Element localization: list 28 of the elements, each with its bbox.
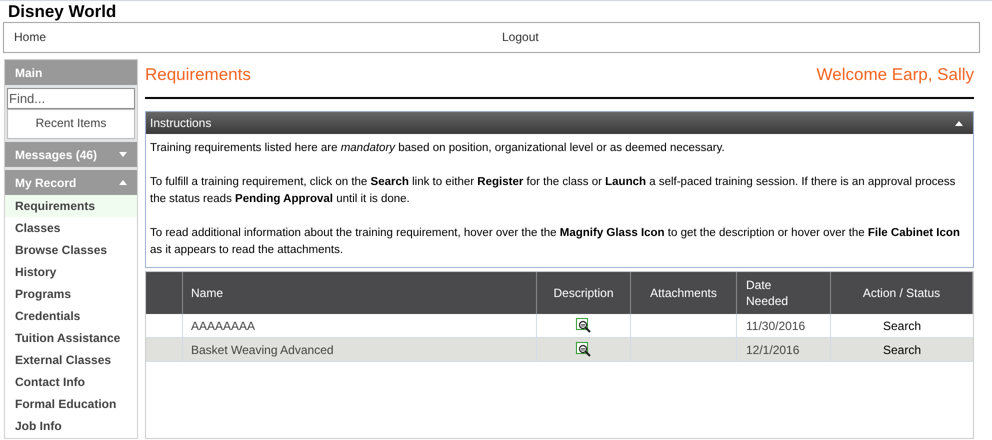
caret-icon [119, 152, 127, 157]
instruction-text: To fulfill a training requirement, click on the Search link to either Register for the class or Launch a self-paced training session. If there is an approval process the status reads Pending Approval until it is done. [150, 175, 956, 207]
table-cell-text: 12/1/2016 [746, 342, 800, 358]
nav-link[interactable]: Home [14, 28, 502, 46]
nav-link[interactable]: Logout [502, 28, 539, 46]
magnifier-icon[interactable] [576, 342, 592, 358]
table-cell-text: AAAAAAAA [191, 318, 256, 334]
site-title: Disney World [8, 3, 116, 20]
caret-icon [119, 180, 127, 185]
column-header[interactable]: Action / Status [862, 285, 940, 301]
instruction-text: To read additional information about the training requirement, hover over the the Magnify Glass Icon to get the description or hover over the File Cabinet Icon as it appears to read the attachments. [150, 226, 961, 258]
magnifier-icon[interactable] [576, 318, 592, 334]
sidebar-item[interactable]: Requirements [5, 195, 137, 217]
column-header[interactable]: Attachments [650, 285, 717, 301]
welcome-text: Welcome Earp, Sally [816, 64, 974, 86]
panel-header[interactable]: Instructions [146, 112, 973, 134]
recent-items-button[interactable]: Recent Items [7, 109, 135, 139]
column-header[interactable]: Name [191, 285, 224, 301]
caret-icon [955, 120, 963, 126]
table-cell-text: 11/30/2016 [746, 318, 806, 334]
search-field[interactable]: Find... [7, 88, 135, 109]
search-link[interactable]: Search [882, 340, 922, 358]
search-link[interactable]: Search [882, 316, 922, 334]
table-cell-text: Basket Weaving Advanced [191, 342, 334, 358]
instruction-text: Training requirements listed here are mandatory based on position, organizational level or as deemed necessary. [150, 141, 726, 156]
page-title: Requirements [145, 64, 251, 86]
column-header[interactable]: Description [553, 285, 614, 301]
column-header[interactable]: Date Needed [746, 277, 788, 309]
